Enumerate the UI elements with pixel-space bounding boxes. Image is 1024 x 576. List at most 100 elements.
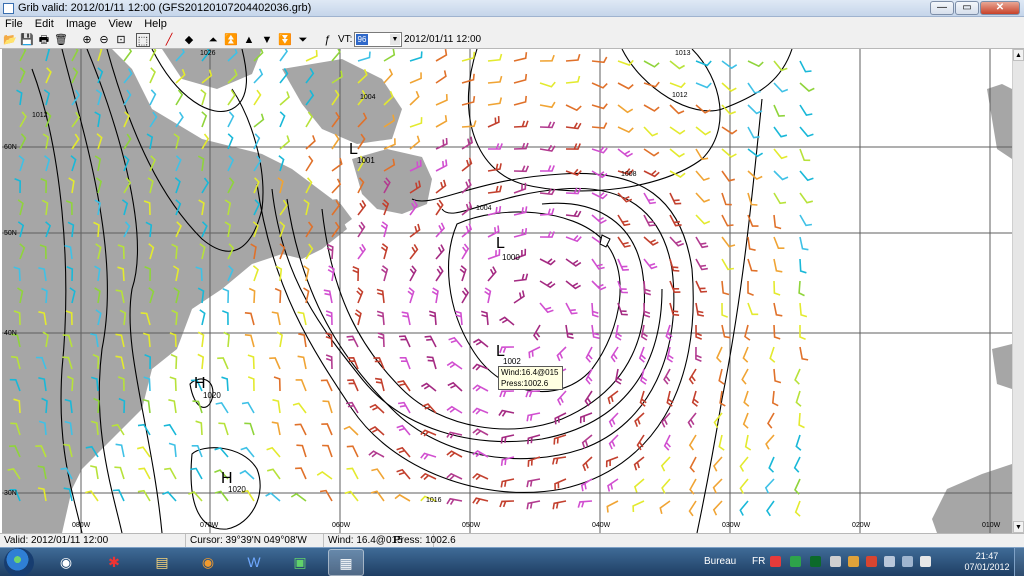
wind-barb — [712, 500, 723, 516]
green-app-icon[interactable]: ▣ — [282, 549, 318, 576]
trash-icon[interactable]: 🗑 — [54, 33, 68, 47]
scroll-up-icon[interactable]: ▲ — [1013, 49, 1024, 61]
menu-view[interactable]: View — [103, 17, 136, 30]
word-icon[interactable]: W — [236, 549, 272, 576]
wind-barb — [513, 206, 528, 216]
wind-barb — [799, 104, 813, 116]
wind-barb — [773, 302, 783, 317]
menu-file[interactable]: File — [0, 17, 27, 30]
up-bar-icon[interactable]: ⏶ — [206, 33, 220, 47]
wind-barb — [265, 492, 281, 502]
wind-barb — [608, 412, 619, 428]
land-iberia — [992, 344, 1012, 389]
wind-barb — [565, 122, 582, 130]
wind-barb — [279, 111, 286, 128]
show-desktop-button[interactable] — [1014, 548, 1024, 576]
wind-barb — [374, 377, 385, 392]
menu-edit[interactable]: Edit — [30, 17, 58, 30]
wind-barb — [239, 469, 255, 480]
open-folder-icon[interactable]: 📂 — [3, 33, 17, 47]
pencil-red-icon[interactable]: ╱ — [162, 33, 176, 47]
grib-viewer-icon[interactable]: ▦ — [328, 549, 364, 576]
tray-icon[interactable] — [884, 556, 895, 567]
close-button[interactable]: ✕ — [980, 1, 1020, 15]
volume-icon[interactable] — [920, 556, 931, 567]
wind-barb — [396, 424, 411, 436]
wind-barb — [380, 243, 389, 260]
vertical-scrollbar[interactable]: ▲ ▼ — [1012, 49, 1024, 533]
window-title: Grib valid: 2012/01/11 12:00 (GFS2012010… — [18, 2, 312, 14]
tray-icon[interactable] — [830, 556, 841, 567]
wind-barb — [409, 265, 417, 282]
save-icon[interactable]: 💾 — [20, 33, 34, 47]
chevron-down-icon[interactable]: ▼ — [390, 34, 400, 45]
wind-barb — [448, 336, 463, 348]
down-bar-icon[interactable]: ⏷ — [296, 33, 310, 47]
wind-barb — [215, 402, 229, 414]
wind-barb — [322, 444, 333, 458]
explorer-icon[interactable]: ▤ — [144, 549, 180, 576]
wind-barb — [377, 332, 385, 348]
wind-barb — [747, 104, 763, 115]
firefox-icon[interactable]: ◉ — [190, 549, 226, 576]
wind-barb — [565, 104, 582, 112]
clock[interactable]: 21:47 07/01/2012 — [962, 551, 1012, 573]
red-app-icon[interactable]: ✱ — [96, 549, 132, 576]
lon-label-020w: 020W — [852, 522, 871, 529]
toolbar: 📂 💾 🖶 🗑 ⊕ ⊖ ⊡ ⬚ ╱ ◆ ⏶ ⏫ ▲ ▼ ⏬ ⏷ ƒ VT: 96… — [0, 31, 1024, 49]
wind-barb — [298, 333, 307, 348]
wind-barb — [253, 68, 264, 84]
wind-barb — [357, 243, 367, 260]
wind-barb — [565, 53, 581, 62]
scroll-down-icon[interactable]: ▼ — [1013, 521, 1024, 533]
menu-image[interactable]: Image — [61, 17, 101, 30]
tray-icon[interactable] — [770, 556, 781, 567]
maximize-button[interactable]: ▭ — [955, 1, 979, 15]
zoom-in-icon[interactable]: ⊕ — [80, 33, 94, 47]
print-icon[interactable]: 🖶 — [37, 33, 51, 47]
tray-icon[interactable] — [902, 556, 913, 567]
firefox-icon[interactable]: ◉ — [48, 549, 84, 576]
map-canvas[interactable]: 60N 50N 40N 30N 080W 070W 060W 050W 040W… — [2, 49, 1012, 533]
tooltip-wind: Wind:16.4@015 — [501, 368, 559, 377]
wind-barb — [484, 287, 492, 304]
up-double-icon[interactable]: ⏫ — [224, 33, 238, 47]
language-indicator[interactable]: FR — [752, 556, 765, 567]
wind-barb — [357, 199, 367, 216]
wind-barb — [323, 289, 333, 304]
grib-map[interactable]: 60N 50N 40N 30N 080W 070W 060W 050W 040W… — [2, 49, 1012, 533]
wind-barb — [399, 357, 411, 370]
wind-barb — [773, 60, 788, 72]
tray-icon[interactable] — [810, 556, 821, 567]
wind-barb — [669, 192, 682, 205]
wind-barb — [579, 412, 593, 424]
minimize-button[interactable]: — — [930, 1, 954, 15]
zoom-fit-icon[interactable]: ⊡ — [114, 33, 128, 47]
wind-barb — [695, 104, 711, 114]
wind-barb — [669, 126, 686, 135]
land-uk — [987, 84, 1012, 159]
tray-icon[interactable] — [790, 556, 801, 567]
wind-barb — [617, 236, 631, 248]
isobar-label-1016: 1016 — [426, 497, 442, 504]
down-icon[interactable]: ▼ — [260, 33, 274, 47]
desktop-toolbar-label[interactable]: Bureau — [704, 556, 736, 567]
wind-barb — [420, 452, 437, 460]
wind-barb — [744, 434, 752, 451]
formula-icon[interactable]: ƒ — [320, 33, 334, 47]
up-icon[interactable]: ▲ — [242, 33, 256, 47]
diamond-icon[interactable]: ◆ — [182, 33, 196, 47]
start-button[interactable] — [4, 548, 34, 576]
wind-barb — [565, 143, 581, 150]
zoom-out-icon[interactable]: ⊖ — [97, 33, 111, 47]
vt-select[interactable]: 96 ▼ — [354, 32, 402, 47]
menu-help[interactable]: Help — [139, 17, 171, 30]
select-area-icon[interactable]: ⬚ — [136, 33, 150, 47]
wind-barb — [565, 258, 582, 267]
wind-barb — [591, 258, 605, 270]
title-bar: Grib valid: 2012/01/11 12:00 (GFS2012010… — [0, 0, 1024, 17]
down-double-icon[interactable]: ⏬ — [278, 33, 292, 47]
tray-icon[interactable] — [848, 556, 859, 567]
wind-barb — [244, 334, 255, 348]
tray-icon[interactable] — [866, 556, 877, 567]
